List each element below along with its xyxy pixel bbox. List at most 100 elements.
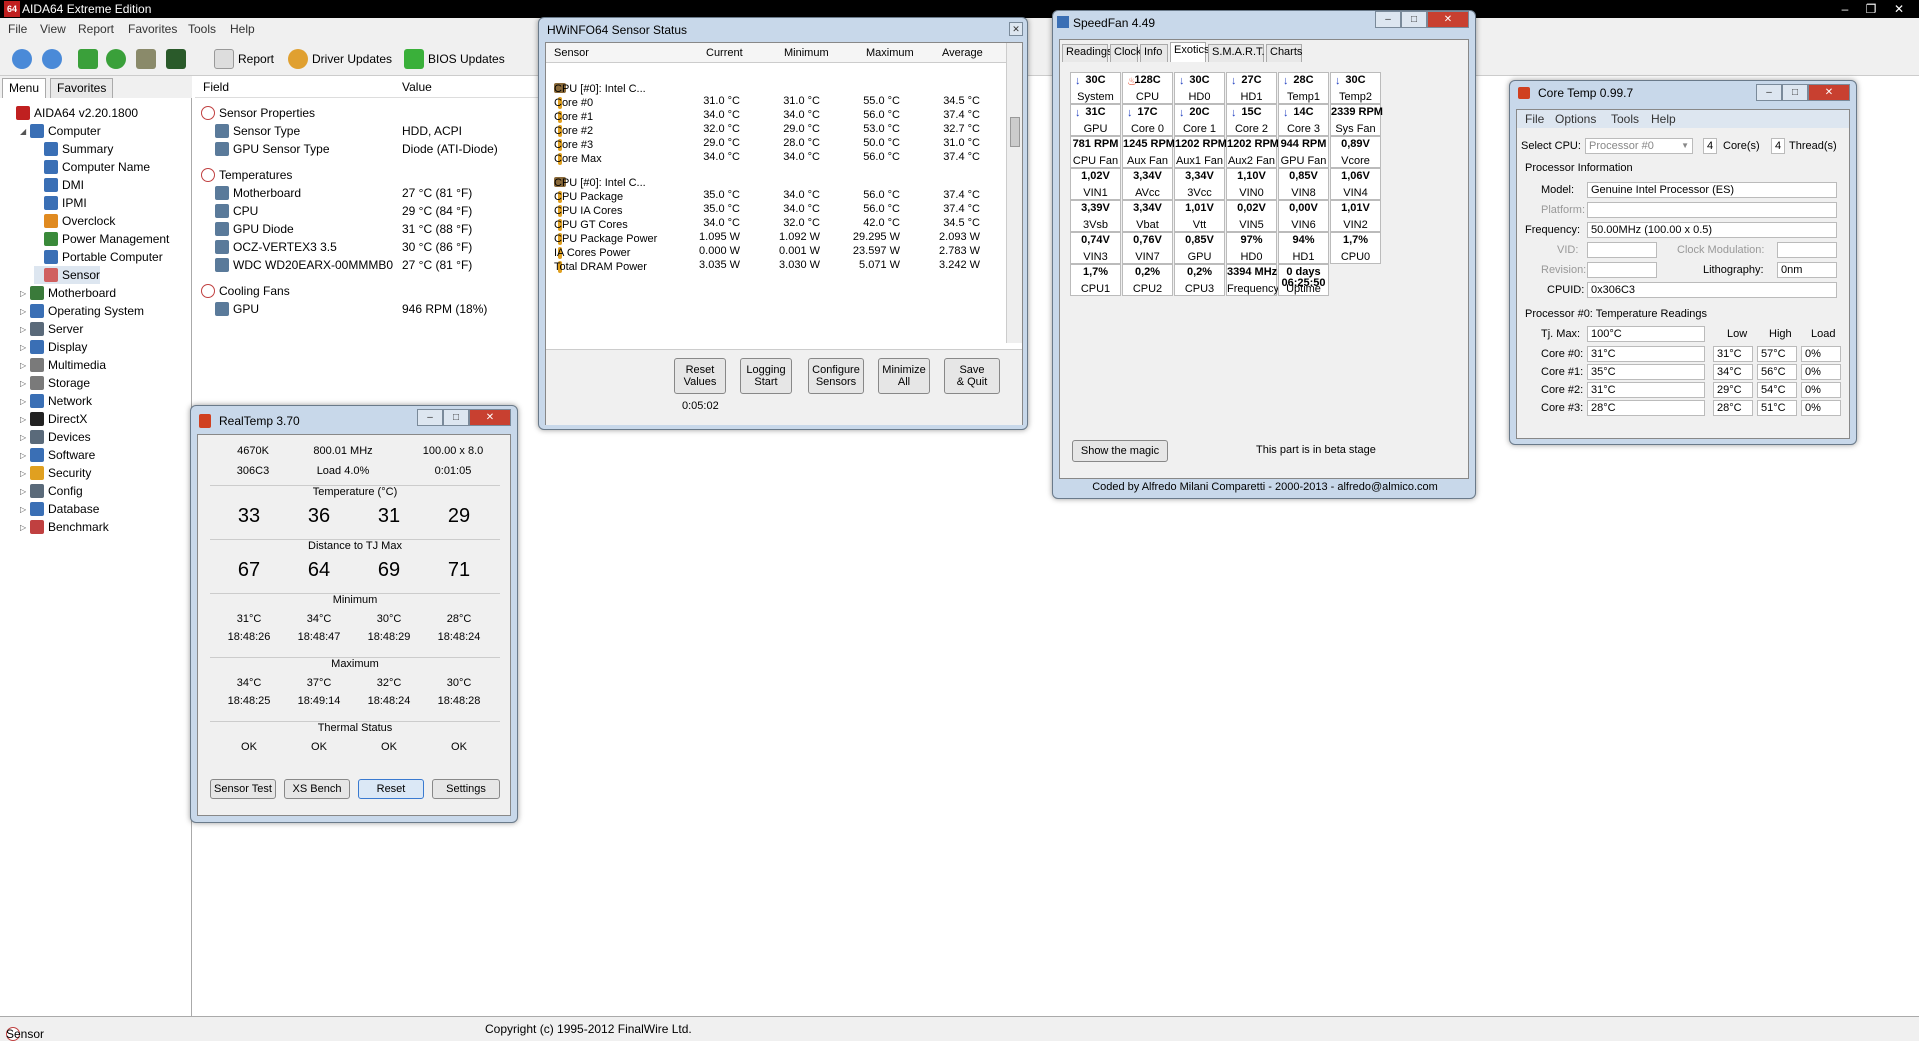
tree-item-database[interactable]: ▷ Database <box>20 500 99 518</box>
tree-item-computer-name[interactable]: Computer Name <box>34 158 150 176</box>
tab-info[interactable]: Info <box>1140 44 1168 62</box>
column-value[interactable]: Value <box>402 80 432 94</box>
tree-item-software[interactable]: ▷ Software <box>20 446 95 464</box>
expander-icon[interactable]: ▷ <box>20 361 28 370</box>
tree-item-portable-computer[interactable]: Portable Computer <box>34 248 163 266</box>
header-current[interactable]: Current <box>706 47 743 59</box>
tree-item-aida64-v2-20-1800[interactable]: AIDA64 v2.20.1800 <box>6 104 138 122</box>
expander-icon[interactable]: ▷ <box>20 487 28 496</box>
column-field[interactable]: Field <box>203 80 229 94</box>
minimize-icon[interactable]: – <box>1375 11 1401 28</box>
expander-icon[interactable]: ▷ <box>20 307 28 316</box>
tree-item-config[interactable]: ▷ Config <box>20 482 83 500</box>
bios-updates-button[interactable]: BIOS Updates <box>404 48 505 70</box>
minimize-icon[interactable]: – <box>417 409 443 426</box>
menu-file[interactable]: File <box>8 22 27 36</box>
show-magic-button[interactable]: Show the magic <box>1072 440 1168 462</box>
maximize-icon[interactable]: □ <box>443 409 469 426</box>
xs-bench-button[interactable]: XS Bench <box>284 779 350 799</box>
tab-exotics[interactable]: Exotics <box>1170 42 1209 62</box>
tree-item-directx[interactable]: ▷ DirectX <box>20 410 87 428</box>
minimize-all-button[interactable]: Minimize All <box>878 358 930 394</box>
tree-item-devices[interactable]: ▷ Devices <box>20 428 91 446</box>
tree-item-security[interactable]: ▷ Security <box>20 464 91 482</box>
header-minimum[interactable]: Minimum <box>784 47 829 59</box>
reset-button[interactable]: Reset <box>358 779 424 799</box>
up-icon[interactable] <box>78 48 102 70</box>
tree-item-summary[interactable]: Summary <box>34 140 113 158</box>
tree-item-display[interactable]: ▷ Display <box>20 338 87 356</box>
tab-clock[interactable]: Clock <box>1110 44 1142 62</box>
expander-icon[interactable]: ▷ <box>20 505 28 514</box>
tree-item-benchmark[interactable]: ▷ Benchmark <box>20 518 109 536</box>
tree-item-ipmi[interactable]: IPMI <box>34 194 87 212</box>
tree-item-network[interactable]: ▷ Network <box>20 392 92 410</box>
expander-icon[interactable]: ▷ <box>20 433 28 442</box>
expander-icon[interactable]: ▷ <box>20 451 28 460</box>
menu-report[interactable]: Report <box>78 22 114 36</box>
header-sensor[interactable]: Sensor <box>554 47 589 59</box>
close-icon[interactable]: ✕ <box>1427 11 1469 28</box>
tree-item-computer[interactable]: ◢ Computer <box>20 122 101 140</box>
reset-values-button[interactable]: Reset Values <box>674 358 726 394</box>
maximize-icon[interactable]: □ <box>1401 11 1427 28</box>
menu-help[interactable]: Help <box>1651 112 1676 126</box>
restore-icon[interactable]: ❐ <box>1858 0 1884 18</box>
expander-icon[interactable]: ▷ <box>20 289 28 298</box>
header-maximum[interactable]: Maximum <box>866 47 914 59</box>
minimize-icon[interactable]: – <box>1832 0 1858 18</box>
menu-tools[interactable]: Tools <box>188 22 216 36</box>
scrollbar[interactable] <box>1006 43 1022 343</box>
menu-view[interactable]: View <box>40 22 66 36</box>
expander-icon[interactable]: ◢ <box>20 127 28 136</box>
sensor-row[interactable]: Total DRAM Power 3.035 W 3.030 W 5.071 W 3.2… <box>546 257 1006 274</box>
close-icon[interactable]: ✕ <box>469 409 511 426</box>
scroll-thumb[interactable] <box>1010 117 1020 147</box>
logging-start-button[interactable]: Logging Start <box>740 358 792 394</box>
tree-item-operating-system[interactable]: ▷ Operating System <box>20 302 144 320</box>
tree-item-multimedia[interactable]: ▷ Multimedia <box>20 356 106 374</box>
back-icon[interactable] <box>12 48 36 70</box>
menu-tools[interactable]: Tools <box>1611 112 1639 126</box>
tree-item-sensor[interactable]: Sensor <box>34 266 101 284</box>
expander-icon[interactable]: ▷ <box>20 469 28 478</box>
menu-help[interactable]: Help <box>230 22 255 36</box>
tab-readings[interactable]: Readings <box>1062 44 1112 62</box>
menu-file[interactable]: File <box>1525 112 1544 126</box>
driver-updates-button[interactable]: Driver Updates <box>288 48 392 70</box>
expander-icon[interactable]: ▷ <box>20 379 28 388</box>
menu-favorites[interactable]: Favorites <box>128 22 177 36</box>
tab-charts[interactable]: Charts <box>1266 44 1302 62</box>
tab-menu[interactable]: Menu <box>2 78 47 98</box>
expander-icon[interactable]: ▷ <box>20 343 28 352</box>
menu-options[interactable]: Options <box>1555 112 1596 126</box>
settings-button[interactable]: Settings <box>432 779 500 799</box>
configure-sensors-button[interactable]: Configure Sensors <box>808 358 864 394</box>
tab-s-m-a-r-t-[interactable]: S.M.A.R.T. <box>1208 44 1265 62</box>
close-icon[interactable]: ✕ <box>1886 0 1912 18</box>
close-icon[interactable]: ✕ <box>1009 22 1023 36</box>
tree-item-storage[interactable]: ▷ Storage <box>20 374 90 392</box>
maximize-icon[interactable]: □ <box>1782 84 1808 101</box>
sensor-row[interactable]: Core Max 34.0 °C 34.0 °C 56.0 °C 37.4 °C <box>546 149 1006 166</box>
expander-icon[interactable]: ▷ <box>20 397 28 406</box>
expander-icon[interactable]: ▷ <box>20 415 28 424</box>
monitor-icon[interactable] <box>166 48 190 70</box>
tree-item-power-management[interactable]: Power Management <box>34 230 169 248</box>
save-quit-button[interactable]: Save & Quit <box>944 358 1000 394</box>
minimize-icon[interactable]: – <box>1756 84 1782 101</box>
header-average[interactable]: Average <box>942 47 983 59</box>
users-icon[interactable] <box>136 48 160 70</box>
tree-item-server[interactable]: ▷ Server <box>20 320 83 338</box>
expander-icon[interactable]: ▷ <box>20 523 28 532</box>
tree-item-overclock[interactable]: Overclock <box>34 212 115 230</box>
refresh-icon[interactable] <box>106 48 130 70</box>
sensor-test-button[interactable]: Sensor Test <box>210 779 276 799</box>
expander-icon[interactable]: ▷ <box>20 325 28 334</box>
forward-icon[interactable] <box>42 48 66 70</box>
close-icon[interactable]: ✕ <box>1808 84 1850 101</box>
tree-item-dmi[interactable]: DMI <box>34 176 84 194</box>
tree-item-motherboard[interactable]: ▷ Motherboard <box>20 284 116 302</box>
report-button[interactable]: Report <box>214 48 274 70</box>
processor-select[interactable]: Processor #0 ▼ <box>1585 138 1693 154</box>
